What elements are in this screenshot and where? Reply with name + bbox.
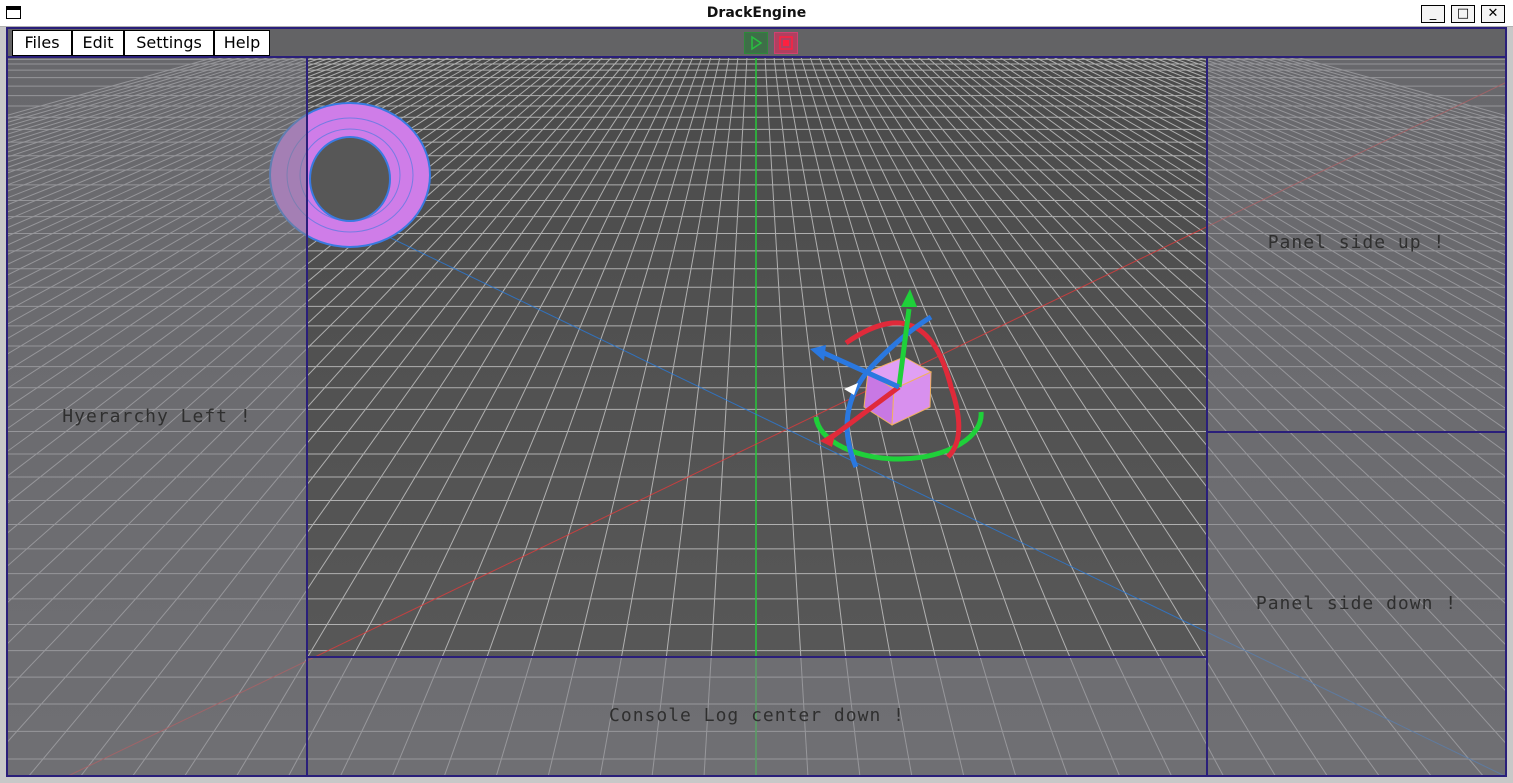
editor-area: Files Edit Settings Help Hyerarchy Left … [6, 27, 1507, 777]
side-up-label: Panel side up ! [1267, 232, 1446, 253]
hierarchy-panel[interactable]: Hyerarchy Left ! [6, 56, 308, 777]
menu-settings[interactable]: Settings [124, 30, 214, 56]
menu-files[interactable]: Files [12, 30, 72, 56]
stop-icon [779, 36, 793, 50]
hierarchy-label: Hyerarchy Left ! [62, 406, 252, 427]
console-panel[interactable]: Console Log center down ! [306, 656, 1208, 777]
play-icon [751, 35, 763, 51]
side-up-panel[interactable]: Panel side up ! [1206, 56, 1507, 433]
close-button[interactable]: ✕ [1481, 5, 1505, 23]
menu-help[interactable]: Help [214, 30, 270, 56]
minimize-button[interactable]: _ [1421, 5, 1445, 23]
stop-button[interactable] [774, 32, 798, 54]
menu-edit[interactable]: Edit [72, 30, 124, 56]
side-down-panel[interactable]: Panel side down ! [1206, 431, 1507, 777]
scene-view-panel[interactable] [306, 56, 1208, 658]
play-button[interactable] [744, 32, 768, 54]
side-down-label: Panel side down ! [1255, 593, 1458, 614]
console-label: Console Log center down ! [609, 705, 905, 726]
menu-bar: Files Edit Settings Help [6, 27, 1507, 58]
title-bar: DrackEngine _ □ ✕ [0, 0, 1513, 27]
window-title: DrackEngine [706, 5, 807, 21]
maximize-button[interactable]: □ [1451, 5, 1475, 23]
